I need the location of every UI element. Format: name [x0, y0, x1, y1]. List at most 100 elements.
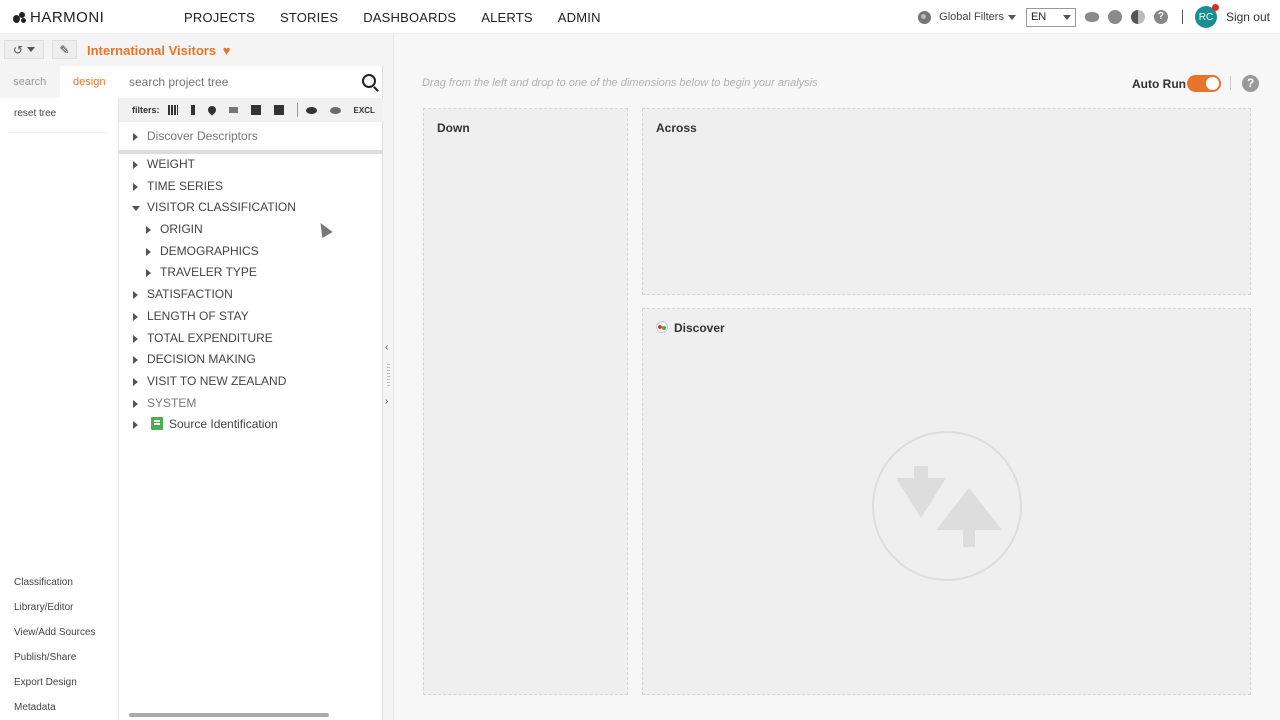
tree-item-label: Source Identification	[169, 417, 278, 432]
down-drop-zone[interactable]: Down	[423, 108, 628, 695]
tree-item-traveler-type[interactable]: TRAVELER TYPE	[119, 262, 383, 284]
chevron-right-icon[interactable]	[146, 226, 151, 235]
nav-stories[interactable]: STORIES	[280, 10, 338, 25]
tree-item-demographics[interactable]: DEMOGRAPHICS	[119, 241, 383, 263]
tree-item-label: WEIGHT	[147, 157, 195, 171]
tab-search[interactable]: search	[0, 66, 60, 98]
chevron-right-icon[interactable]	[133, 356, 138, 365]
global-filters-label[interactable]: Global Filters	[939, 11, 1004, 23]
chevron-right-icon[interactable]	[133, 291, 138, 300]
link-view-add-sources[interactable]: View/Add Sources	[0, 620, 119, 645]
help-icon[interactable]: ?	[1153, 10, 1168, 24]
tree-item-time-series[interactable]: TIME SERIES	[119, 176, 383, 198]
sort-filter-icon[interactable]	[228, 107, 238, 113]
discover-drop-zone[interactable]: Discover	[642, 308, 1251, 695]
eye-icon[interactable]	[305, 106, 317, 114]
top-right-controls: Global Filters EN ? RC Sign out	[918, 0, 1280, 34]
tag-filter-icon[interactable]	[273, 105, 284, 115]
tree-item-total-expenditure[interactable]: TOTAL EXPENDITURE	[119, 328, 383, 350]
top-nav-bar: HARMONI PROJECTS STORIES DASHBOARDS ALER…	[0, 0, 1280, 34]
brain-icon[interactable]	[1107, 10, 1122, 24]
avatar[interactable]: RC	[1194, 4, 1219, 28]
scrollbar-thumb[interactable]	[129, 713, 329, 717]
chevron-right-icon[interactable]	[133, 133, 138, 141]
help-icon[interactable]: ?	[1242, 75, 1259, 92]
panel-splitter[interactable]: ‹ ›	[383, 34, 394, 720]
folder-filter-icon[interactable]	[250, 105, 261, 115]
tree-item-origin[interactable]: ORIGIN	[119, 219, 383, 241]
tree-item-length-of-stay[interactable]: LENGTH OF STAY	[119, 306, 383, 328]
link-classification[interactable]: Classification	[0, 570, 119, 595]
link-metadata[interactable]: Metadata	[0, 695, 119, 720]
contrast-icon[interactable]	[1130, 10, 1145, 24]
avatar-initials: RC	[1198, 11, 1214, 23]
link-publish-share[interactable]: Publish/Share	[0, 645, 119, 670]
nav-projects[interactable]: PROJECTS	[184, 10, 255, 25]
auto-run-toggle[interactable]	[1187, 75, 1221, 92]
tree-item-visitor-classification[interactable]: VISITOR CLASSIFICATION	[119, 197, 383, 219]
language-select[interactable]: EN	[1025, 7, 1076, 27]
analysis-area: Drag from the left and drop to one of th…	[394, 34, 1280, 720]
tab-design[interactable]: design	[59, 66, 119, 98]
nav-alerts[interactable]: ALERTS	[481, 10, 533, 25]
tree-item-weight[interactable]: WEIGHT	[119, 154, 383, 176]
tree-item-visit-to-new-zealand[interactable]: VISIT TO NEW ZEALAND	[119, 371, 383, 393]
chevron-right-icon[interactable]	[133, 421, 138, 430]
column-filter-icon[interactable]	[190, 105, 195, 115]
project-tree-panel: filters: EXCL Discover Descriptors WEIGH…	[119, 66, 383, 720]
history-icon: ↺	[12, 42, 24, 57]
expand-right-icon[interactable]: ›	[385, 396, 388, 407]
project-title-text: International Visitors	[87, 43, 217, 58]
harmoni-logo[interactable]: HARMONI	[13, 9, 104, 26]
main-nav: PROJECTS STORIES DASHBOARDS ALERTS ADMIN	[184, 10, 626, 25]
tree-item-label: SYSTEM	[147, 395, 197, 410]
exclude-filter-button[interactable]: EXCL	[354, 106, 375, 115]
location-filter-icon[interactable]	[205, 104, 218, 116]
sidebar-links: Classification Library/Editor View/Add S…	[0, 570, 119, 720]
zone-label-text: Discover	[674, 321, 725, 335]
chevron-right-icon[interactable]	[133, 312, 138, 321]
tree-item-label: VISITOR CLASSIFICATION	[147, 200, 296, 215]
chevron-down-icon[interactable]	[132, 206, 140, 212]
search-icon[interactable]	[362, 74, 376, 88]
grid-filter-icon[interactable]	[167, 105, 178, 115]
tree-item-discover-descriptors[interactable]: Discover Descriptors	[119, 126, 383, 148]
chevron-right-icon[interactable]	[133, 377, 138, 386]
tree-item-source-identification[interactable]: Source Identification	[119, 414, 383, 436]
chevron-right-icon[interactable]	[133, 399, 138, 408]
chevron-right-icon[interactable]	[133, 334, 138, 343]
eye-icon[interactable]	[1084, 12, 1099, 22]
tree-item-label: TOTAL EXPENDITURE	[147, 330, 273, 345]
nav-admin[interactable]: ADMIN	[558, 10, 601, 25]
chevron-right-icon[interactable]	[146, 247, 151, 256]
chevron-right-icon[interactable]	[133, 182, 138, 191]
project-title: International Visitors ♥	[87, 43, 230, 58]
link-library-editor[interactable]: Library/Editor	[0, 595, 119, 620]
heart-icon[interactable]: ♥	[223, 43, 231, 58]
drag-handle[interactable]	[387, 364, 390, 388]
chevron-right-icon[interactable]	[133, 161, 138, 169]
logo-text: HARMONI	[30, 9, 105, 26]
nav-dashboards[interactable]: DASHBOARDS	[363, 10, 456, 25]
discover-icon	[656, 321, 668, 333]
link-export-design[interactable]: Export Design	[0, 670, 119, 695]
reset-tree-link[interactable]: reset tree	[14, 108, 56, 119]
tree-search-input[interactable]	[129, 72, 349, 92]
tree-item-system[interactable]: SYSTEM	[119, 393, 383, 415]
tree-horizontal-scrollbar[interactable]	[123, 712, 379, 718]
collapse-left-icon[interactable]: ‹	[385, 342, 388, 353]
tree-item-satisfaction[interactable]: SATISFACTION	[119, 284, 383, 306]
edit-button[interactable]: ✎	[52, 40, 77, 59]
chevron-down-icon[interactable]	[1007, 14, 1016, 20]
eye-off-icon[interactable]	[329, 106, 341, 114]
across-drop-zone[interactable]: Across	[642, 108, 1251, 295]
history-button[interactable]: ↺	[4, 40, 44, 59]
sign-out-link[interactable]: Sign out	[1226, 10, 1270, 24]
zone-label: Across	[656, 121, 697, 135]
zone-label: Down	[437, 121, 470, 135]
left-sidebar: search design reset tree Classification …	[0, 66, 119, 720]
tree-item-label: DEMOGRAPHICS	[160, 243, 259, 258]
tree-item-decision-making[interactable]: DECISION MAKING	[119, 349, 383, 371]
globe-icon[interactable]	[918, 10, 932, 24]
chevron-right-icon[interactable]	[146, 269, 151, 278]
